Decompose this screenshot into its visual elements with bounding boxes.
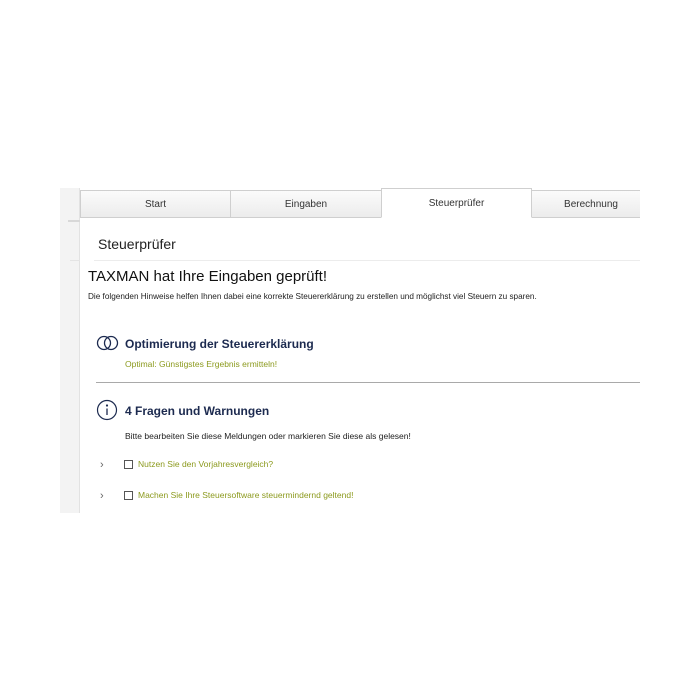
warnings-title: 4 Fragen und Warnungen: [125, 404, 270, 418]
tab-eingaben[interactable]: Eingaben: [230, 190, 382, 218]
info-icon: [96, 399, 118, 421]
rings-icon: [96, 335, 119, 351]
warnings-subtitle: Bitte bearbeiten Sie diese Meldungen ode…: [125, 431, 411, 441]
optimization-title: Optimierung der Steuererklärung: [125, 337, 314, 351]
optimization-link[interactable]: Optimal: Günstigstes Ergebnis ermitteln!: [125, 359, 277, 369]
tab-start[interactable]: Start: [80, 190, 231, 218]
tab-steuerpruefer[interactable]: Steuerprüfer: [381, 188, 532, 218]
warning-item-label[interactable]: Nutzen Sie den Vorjahresvergleich?: [138, 459, 273, 469]
taxman-window: Start Eingaben Steuerprüfer Berechnung S…: [60, 188, 640, 513]
tab-bar: Start Eingaben Steuerprüfer Berechnung: [80, 188, 640, 218]
section-divider: [96, 382, 640, 383]
title-divider: [94, 260, 640, 261]
intro-text: Die folgenden Hinweise helfen Ihnen dabe…: [88, 292, 537, 301]
page-title: Steuerprüfer: [98, 236, 176, 252]
left-panel-edge: [60, 188, 80, 513]
chevron-right-icon[interactable]: ›: [100, 489, 110, 503]
panel-marker: [70, 260, 80, 261]
tab-berechnung[interactable]: Berechnung: [531, 190, 640, 218]
main-content: Steuerprüfer TAXMAN hat Ihre Eingaben ge…: [80, 218, 640, 513]
panel-marker: [68, 220, 80, 222]
chevron-right-icon[interactable]: ›: [100, 458, 110, 472]
read-checkbox[interactable]: [124, 491, 133, 500]
headline: TAXMAN hat Ihre Eingaben geprüft!: [88, 268, 328, 285]
read-checkbox[interactable]: [124, 460, 133, 469]
warning-item-label[interactable]: Machen Sie Ihre Steuersoftware steuermin…: [138, 490, 353, 500]
